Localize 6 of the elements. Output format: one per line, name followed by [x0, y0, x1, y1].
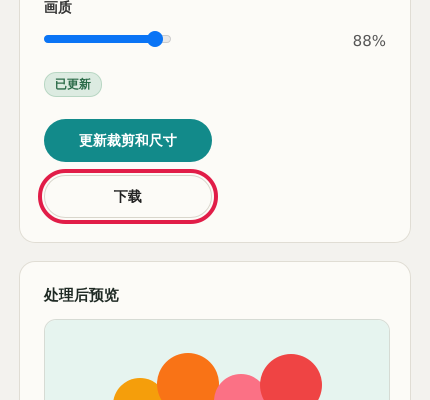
- update-button[interactable]: 更新裁剪和尺寸: [44, 119, 212, 162]
- quality-slider[interactable]: [44, 31, 171, 47]
- quality-value: 88%: [352, 32, 386, 50]
- preview-title: 处理后预览: [44, 286, 119, 305]
- status-badge: 已更新: [44, 72, 102, 97]
- quality-label: 画质: [44, 0, 72, 16]
